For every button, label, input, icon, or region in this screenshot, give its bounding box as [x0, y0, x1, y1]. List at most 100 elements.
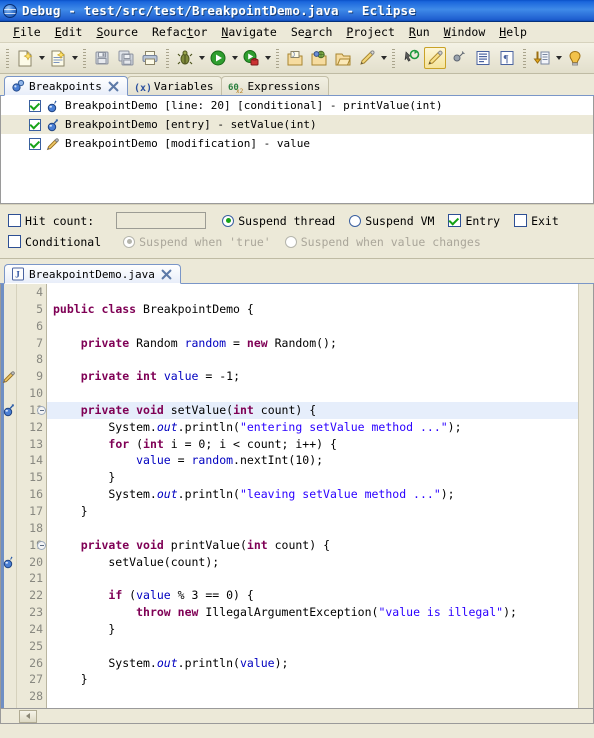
toolbar-button-save-all[interactable]	[115, 47, 137, 69]
menu-item-run[interactable]: Run	[402, 24, 437, 40]
toolbar-button-open-type[interactable]: J	[284, 47, 306, 69]
code-token: printValue(	[163, 537, 247, 552]
toolbar-button-previous-annotation[interactable]	[448, 47, 470, 69]
toolbar-dropdown-arrow[interactable]	[379, 47, 388, 69]
hit-count-checkbox[interactable]	[8, 214, 21, 227]
tab-variables[interactable]: (x)=Variables	[126, 76, 223, 96]
toolbar-dropdown-arrow[interactable]	[263, 47, 272, 69]
toolbar-button-back-navigation[interactable]	[564, 47, 586, 69]
variables-icon: (x)=	[134, 80, 150, 94]
toolbar-button-search[interactable]	[308, 47, 330, 69]
code-line[interactable]: setValue(count);	[47, 554, 593, 571]
breakpoints-list[interactable]: BreakpointDemo [line: 20] [conditional] …	[0, 96, 594, 204]
code-line[interactable]: System.out.println("entering setValue me…	[47, 419, 593, 436]
entry-checkbox[interactable]	[448, 214, 462, 227]
toolbar-dropdown-arrow[interactable]	[197, 47, 206, 69]
scroll-left-button[interactable]	[19, 709, 37, 723]
code-fold-toggle[interactable]	[36, 405, 47, 416]
gutter-method-entry-breakpoint-icon[interactable]	[2, 403, 16, 418]
gutter-conditional-breakpoint-icon[interactable]	[2, 555, 16, 570]
menu-item-edit[interactable]: Edit	[48, 24, 90, 40]
code-token: }	[53, 503, 88, 518]
code-token: .println(	[177, 419, 240, 434]
tab-breakpoints[interactable]: Breakpoints	[4, 76, 128, 96]
code-fold-toggle[interactable]	[36, 540, 47, 551]
breakpoint-row[interactable]: BreakpointDemo [entry] - setValue(int)	[1, 115, 593, 134]
code-line[interactable]: System.out.println(value);	[47, 655, 593, 672]
code-line[interactable]: private void printValue(int count) {	[47, 537, 593, 554]
code-line[interactable]	[47, 385, 593, 402]
toolbar-button-external-tools[interactable]	[240, 47, 262, 69]
menu-item-window[interactable]: Window	[437, 24, 493, 40]
editor-marker-gutter[interactable]	[1, 284, 17, 708]
toolbar-dropdown-arrow[interactable]	[554, 47, 563, 69]
code-line[interactable]: System.out.println("leaving setValue met…	[47, 486, 593, 503]
tab-close-icon[interactable]	[108, 81, 119, 92]
menu-item-refactor[interactable]: Refactor	[145, 24, 214, 40]
toolbar-dropdown-arrow[interactable]	[37, 47, 46, 69]
conditional-checkbox[interactable]	[8, 235, 21, 248]
code-line[interactable]: }	[47, 469, 593, 486]
code-line[interactable]	[47, 284, 593, 301]
code-line[interactable]	[47, 570, 593, 587]
toolbar-button-pencil-marker[interactable]	[356, 47, 378, 69]
breakpoint-row[interactable]: BreakpointDemo [line: 20] [conditional] …	[1, 96, 593, 115]
toolbar-button-new-java-class[interactable]	[47, 47, 69, 69]
code-line[interactable]: private Random random = new Random();	[47, 335, 593, 352]
hit-count-input[interactable]	[116, 212, 207, 229]
tab-close-icon[interactable]	[161, 269, 172, 280]
menu-item-help[interactable]: Help	[492, 24, 534, 40]
toolbar-button-next-annotation[interactable]	[400, 47, 422, 69]
code-line[interactable]: }	[47, 503, 593, 520]
breakpoint-enabled-checkbox[interactable]	[29, 99, 41, 112]
code-line[interactable]: throw new IllegalArgumentException("valu…	[47, 604, 593, 621]
menu-item-file[interactable]: File	[6, 24, 48, 40]
menu-item-source[interactable]: Source	[89, 24, 145, 40]
code-line[interactable]	[47, 351, 593, 368]
menu-mnemonic: H	[499, 25, 507, 39]
code-line[interactable]: value = random.nextInt(10);	[47, 452, 593, 469]
chevron-down-icon	[231, 56, 238, 60]
gutter-watchpoint-icon[interactable]	[2, 369, 16, 384]
menu-item-navigate[interactable]: Navigate	[214, 24, 283, 40]
code-line[interactable]: }	[47, 671, 593, 688]
editor-tab-breakpointdemo-java[interactable]: J BreakpointDemo.java	[4, 264, 181, 284]
toolbar-dropdown-arrow[interactable]	[70, 47, 79, 69]
code-line[interactable]: public class BreakpointDemo {	[47, 301, 593, 318]
code-token: random	[184, 335, 227, 350]
code-line[interactable]	[47, 688, 593, 705]
menu-item-project[interactable]: Project	[339, 24, 401, 40]
toolbar-button-run[interactable]	[207, 47, 229, 69]
toolbar-button-paragraph-marks[interactable]: ¶	[496, 47, 518, 69]
code-line[interactable]: if (value % 3 == 0) {	[47, 587, 593, 604]
exit-checkbox[interactable]	[514, 214, 528, 227]
menu-item-search[interactable]: Search	[284, 24, 340, 40]
editor-code-content[interactable]: public class BreakpointDemo { private Ra…	[47, 284, 593, 708]
code-line[interactable]: for (int i = 0; i < count; i++) {	[47, 436, 593, 453]
toolbar-button-debug[interactable]	[174, 47, 196, 69]
toolbar-button-step-into-selection[interactable]	[531, 47, 553, 69]
code-line[interactable]	[47, 520, 593, 537]
code-line[interactable]: }	[47, 621, 593, 638]
source-editor[interactable]: 4567891011121314151617181920212223242526…	[0, 284, 594, 709]
breakpoint-row[interactable]: BreakpointDemo [modification] - value	[1, 134, 593, 153]
code-line[interactable]	[47, 318, 593, 335]
breakpoint-enabled-checkbox[interactable]	[29, 137, 41, 150]
editor-horizontal-scrollbar[interactable]	[0, 709, 594, 724]
toolbar-button-open-resource[interactable]	[332, 47, 354, 69]
code-token: i = 0; i < count; i++) {	[163, 436, 337, 451]
toolbar-button-show-whitespace[interactable]	[472, 47, 494, 69]
toolbar-button-new-java-file[interactable]	[14, 47, 36, 69]
tab-expressions[interactable]: 60 x2 Expressions	[221, 76, 330, 96]
code-line[interactable]: private int value = -1;	[47, 368, 593, 385]
suspend-thread-radio[interactable]	[222, 214, 235, 227]
code-line[interactable]: private void setValue(int count) {	[47, 401, 593, 419]
suspend-vm-radio[interactable]	[349, 214, 362, 227]
code-line[interactable]	[47, 638, 593, 655]
toolbar-button-save[interactable]	[91, 47, 113, 69]
toolbar-button-toggle-mark-occurrences[interactable]	[424, 47, 446, 69]
toolbar-dropdown-arrow[interactable]	[230, 47, 239, 69]
editor-overview-ruler[interactable]	[578, 284, 593, 708]
toolbar-button-print[interactable]	[139, 47, 161, 69]
breakpoint-enabled-checkbox[interactable]	[29, 118, 41, 131]
